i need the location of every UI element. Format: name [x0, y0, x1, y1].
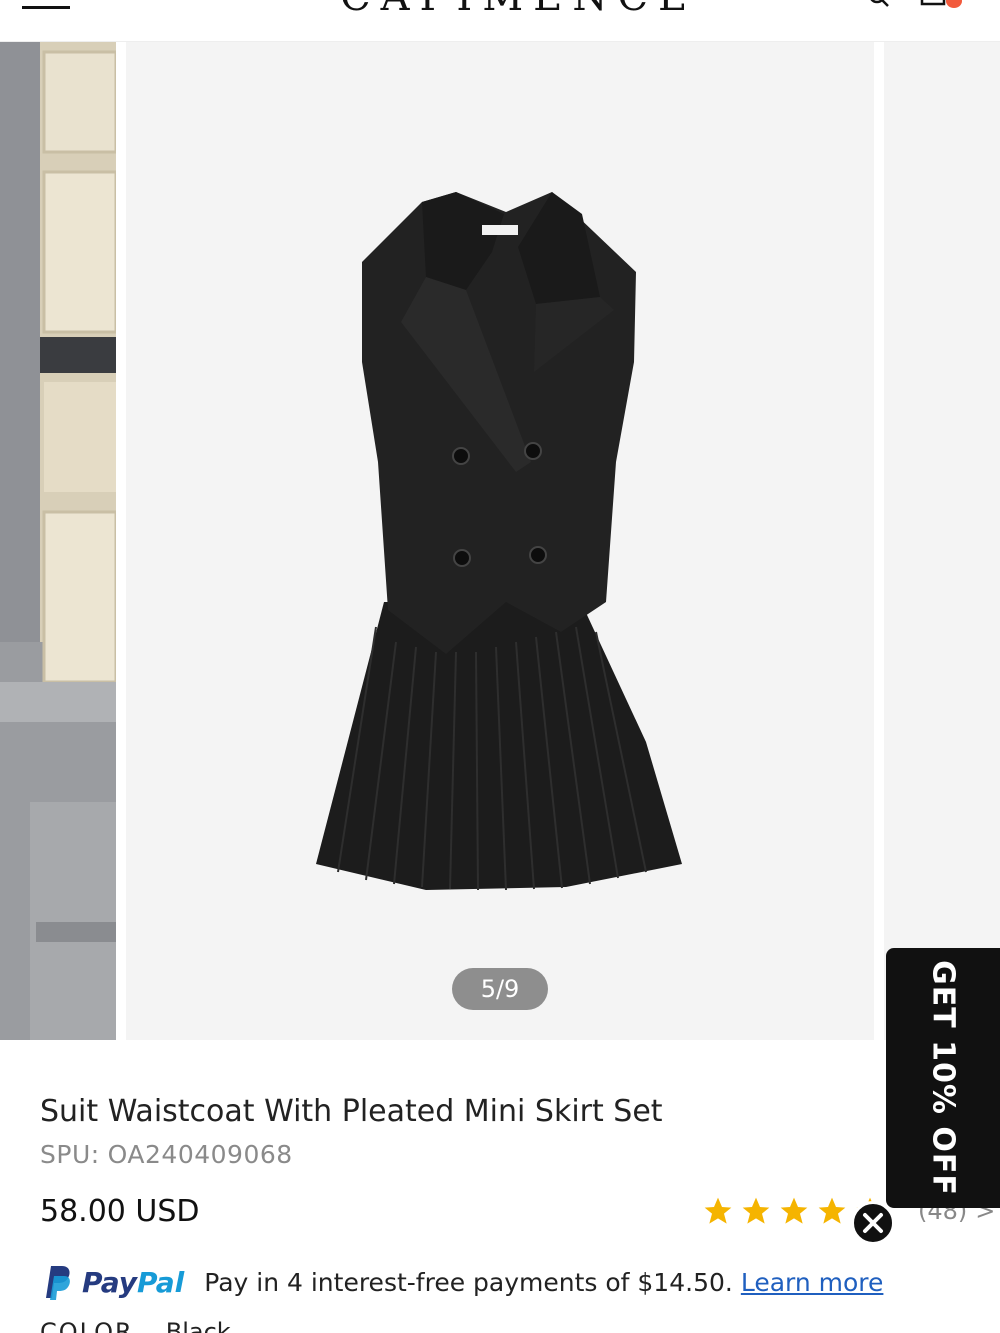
- cart-icon[interactable]: [920, 0, 946, 6]
- next-slide-image[interactable]: [884, 42, 1000, 1040]
- slide-counter: 5/9: [452, 968, 548, 1010]
- product-spu: SPU: OA240409068: [40, 1140, 293, 1169]
- paypal-p-icon: [46, 1266, 70, 1300]
- top-header: CAPIMENCE: [0, 0, 1000, 42]
- paypal-installments: Pay Pal Pay in 4 interest-free payments o…: [40, 1262, 883, 1302]
- star-icon: [742, 1197, 770, 1224]
- cart-count-badge: [946, 0, 962, 8]
- close-icon: [863, 1213, 883, 1233]
- learn-more-link[interactable]: Learn more: [741, 1268, 884, 1297]
- star-icon: [704, 1197, 732, 1224]
- main-product-image[interactable]: 5/9: [126, 42, 874, 1040]
- color-value: Black: [165, 1318, 231, 1333]
- product-title: Suit Waistcoat With Pleated Mini Skirt S…: [40, 1094, 663, 1129]
- promo-label: GET 10% OFF: [925, 960, 961, 1196]
- product-image-gallery[interactable]: 5/9: [0, 42, 1000, 1042]
- star-icon: [780, 1197, 808, 1224]
- paypal-logo: Pay Pal: [40, 1264, 184, 1300]
- paypal-word-pay: Pay: [82, 1265, 138, 1299]
- product-price: 58.00 USD: [40, 1194, 200, 1229]
- close-promo-button[interactable]: [851, 1201, 895, 1245]
- hamburger-menu-icon[interactable]: [22, 0, 70, 12]
- color-label: COLOR: [40, 1318, 134, 1333]
- star-icon: [818, 1197, 846, 1224]
- building-photo: [0, 42, 116, 1040]
- vest-skirt-set-illustration: [316, 192, 682, 891]
- paypal-word-pal: Pal: [137, 1265, 185, 1299]
- color-option-row: COLOR Black: [40, 1318, 231, 1333]
- search-icon[interactable]: [868, 0, 890, 8]
- spu-label: SPU:: [40, 1140, 100, 1169]
- discount-promo-tab[interactable]: GET 10% OFF: [886, 948, 1000, 1208]
- brand-logo[interactable]: CAPIMENCE: [340, 0, 687, 20]
- spu-value: OA240409068: [107, 1140, 293, 1169]
- previous-slide-image[interactable]: [0, 42, 116, 1040]
- paypal-message: Pay in 4 interest-free payments of $14.5…: [204, 1267, 733, 1297]
